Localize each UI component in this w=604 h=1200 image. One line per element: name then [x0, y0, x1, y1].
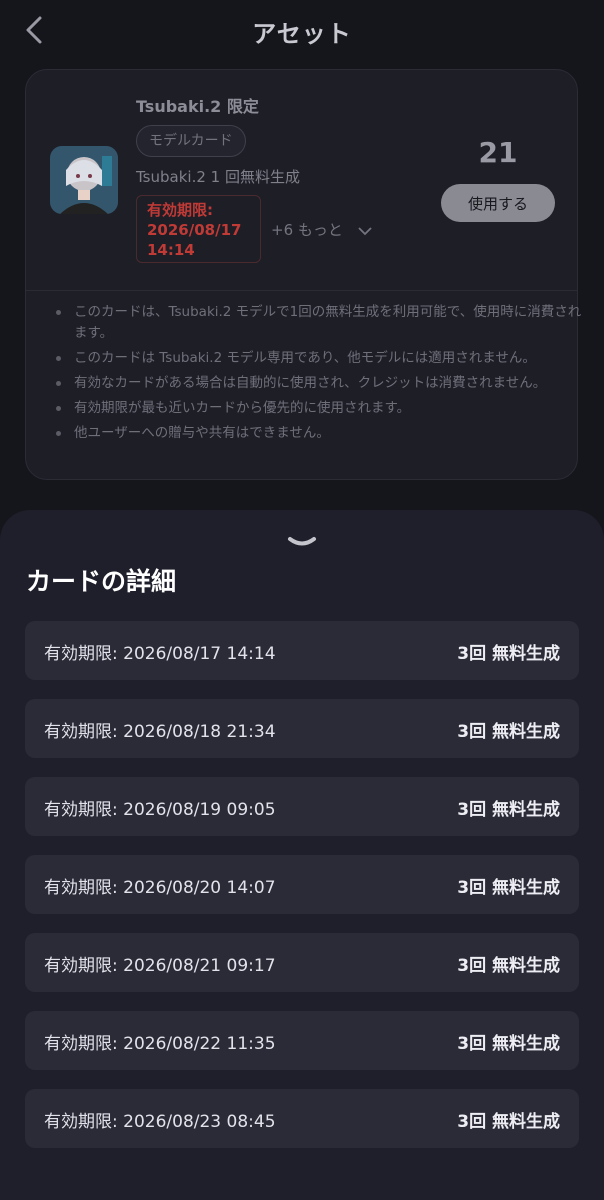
row-uses: 3回 無料生成 — [457, 1112, 560, 1132]
detail-row: 有効期限: 2026/08/20 14:07 3回 無料生成 — [25, 855, 579, 914]
page-title: アセット — [252, 20, 352, 48]
detail-row: 有効期限: 2026/08/22 11:35 3回 無料生成 — [25, 1011, 579, 1070]
card-description: Tsubaki.2 1 回無料生成 — [136, 168, 300, 186]
row-expiry: 有効期限: 2026/08/23 08:45 — [44, 1112, 276, 1132]
notes-list: このカードは、Tsubaki.2 モデルで1回の無料生成を利用可能で、使用時に消… — [54, 302, 590, 448]
row-uses: 3回 無料生成 — [457, 800, 560, 820]
row-uses: 3回 無料生成 — [457, 956, 560, 976]
detail-row: 有効期限: 2026/08/21 09:17 3回 無料生成 — [25, 933, 579, 992]
header: アセット — [0, 0, 604, 60]
divider — [26, 290, 577, 291]
row-expiry: 有効期限: 2026/08/21 09:17 — [44, 956, 276, 976]
note-item: 有効期限が最も近いカードから優先的に使用されます。 — [56, 398, 590, 419]
asset-card: Tsubaki.2 限定 モデルカード Tsubaki.2 1 回無料生成 有効… — [25, 69, 581, 480]
detail-row: 有効期限: 2026/08/18 21:34 3回 無料生成 — [25, 699, 579, 758]
chevron-down-icon — [358, 222, 372, 240]
model-thumbnail — [50, 146, 118, 214]
expiry-label: 有効期限: — [147, 201, 213, 219]
card-count: 21 — [478, 136, 518, 169]
use-button[interactable]: 使用する — [441, 184, 555, 222]
expiry-time: 14:14 — [147, 241, 195, 259]
detail-list: 有効期限: 2026/08/17 14:14 3回 無料生成 有効期限: 202… — [25, 621, 579, 1167]
sheet-handle-chevron-icon[interactable] — [287, 534, 317, 548]
more-toggle[interactable]: +6 もっと — [271, 219, 372, 240]
sheet-title: カードの詳細 — [26, 567, 177, 596]
row-uses: 3回 無料生成 — [457, 644, 560, 664]
note-item: 他ユーザーへの贈与や共有はできません。 — [56, 423, 590, 444]
expiry-date: 2026/08/17 — [147, 221, 242, 239]
row-expiry: 有効期限: 2026/08/22 11:35 — [44, 1034, 276, 1054]
detail-row: 有効期限: 2026/08/23 08:45 3回 無料生成 — [25, 1089, 579, 1148]
detail-row: 有効期限: 2026/08/19 09:05 3回 無料生成 — [25, 777, 579, 836]
detail-row: 有効期限: 2026/08/17 14:14 3回 無料生成 — [25, 621, 579, 680]
row-uses: 3回 無料生成 — [457, 878, 560, 898]
row-expiry: 有効期限: 2026/08/17 14:14 — [44, 644, 276, 664]
card-title: Tsubaki.2 限定 — [136, 97, 259, 116]
row-uses: 3回 無料生成 — [457, 1034, 560, 1054]
row-expiry: 有効期限: 2026/08/19 09:05 — [44, 800, 276, 820]
more-label: +6 もっと — [271, 221, 343, 239]
expiry-badge: 有効期限: 2026/08/17 14:14 — [136, 195, 261, 263]
note-item: このカードは Tsubaki.2 モデル専用であり、他モデルには適用されません。 — [56, 348, 590, 369]
note-item: このカードは、Tsubaki.2 モデルで1回の無料生成を利用可能で、使用時に消… — [56, 302, 590, 344]
row-expiry: 有効期限: 2026/08/18 21:34 — [44, 722, 276, 742]
details-sheet: カードの詳細 有効期限: 2026/08/17 14:14 3回 無料生成 有効… — [0, 510, 604, 1200]
card-type-badge: モデルカード — [136, 125, 246, 157]
note-item: 有効なカードがある場合は自動的に使用され、クレジットは消費されません。 — [56, 373, 590, 394]
row-uses: 3回 無料生成 — [457, 722, 560, 742]
row-expiry: 有効期限: 2026/08/20 14:07 — [44, 878, 276, 898]
